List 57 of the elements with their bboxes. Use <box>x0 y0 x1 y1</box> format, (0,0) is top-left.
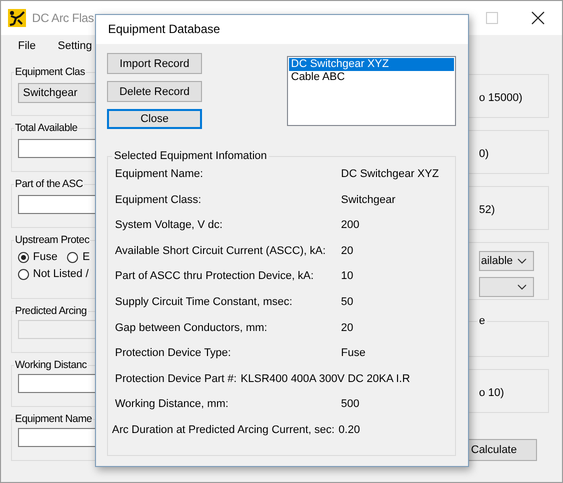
group-label: Predicted Arcing <box>14 305 88 317</box>
field-value: 10 <box>341 270 354 282</box>
close-icon[interactable] <box>531 11 545 25</box>
field-value: Fuse <box>341 347 366 360</box>
field-label: Protection Device Type: <box>114 347 232 360</box>
group-label: Selected Equipment Infomation <box>113 150 268 162</box>
caret-icon <box>517 258 527 264</box>
dropdown-value: ailable <box>481 255 514 267</box>
group-label: Equipment Clas <box>14 66 86 78</box>
field-value: 50 <box>341 296 354 308</box>
group-label: Equipment Name <box>14 413 93 425</box>
field-value: 500 <box>341 398 360 410</box>
field-value: 20 <box>341 244 354 257</box>
group-label: e <box>478 315 486 327</box>
dialog-button[interactable]: Close <box>107 109 202 129</box>
field-label: Equipment Name: <box>114 168 204 180</box>
field-label: Working Distance, mm: <box>114 398 230 410</box>
field-value: 200 <box>341 219 360 232</box>
radio-button[interactable]: Fuse <box>18 251 58 263</box>
dialog-button[interactable]: Import Record <box>107 53 202 74</box>
radio-label: E <box>82 251 90 263</box>
field-label: Equipment Class: <box>114 194 202 206</box>
group-label: Working Distanc <box>14 359 88 371</box>
record-list[interactable]: DC Switchgear XYZ Cable ABC <box>287 56 456 126</box>
group-label: Part of the ASC <box>14 178 84 190</box>
range-hint: 52) <box>479 204 496 216</box>
radio-label: Fuse <box>33 251 58 263</box>
list-item[interactable]: Cable ABC <box>289 71 454 84</box>
menu-item[interactable]: File <box>13 38 41 54</box>
field-label: Part of ASCC thru Protection Device, kA: <box>114 270 315 282</box>
dropdown[interactable]: ailable <box>479 251 534 271</box>
caret-icon <box>517 284 527 290</box>
warning-logo-icon <box>8 9 26 27</box>
field-label: Protection Device Part #: <box>114 372 237 385</box>
list-item[interactable]: DC Switchgear XYZ <box>289 58 454 71</box>
field-label: Arc Duration at Predicted Arcing Current, sec: <box>111 424 335 436</box>
field-label: Supply Circuit Time Constant, msec: <box>114 296 294 308</box>
window-title: DC Arc Flas <box>32 11 94 25</box>
dialog-button[interactable]: Delete Record <box>107 81 202 102</box>
group-label: Upstream Protec <box>14 234 90 246</box>
group-label: Total Available <box>14 122 78 134</box>
dialog-title: Equipment Database <box>96 15 468 44</box>
field-label: Gap between Conductors, mm: <box>114 322 268 334</box>
field-label: Available Short Circuit Current (ASCC), kA: <box>114 244 327 257</box>
radio-label: Not Listed / <box>33 268 89 280</box>
field-value: 20 <box>341 322 354 334</box>
field-value: 0.20 <box>338 424 360 436</box>
radio-button[interactable]: E <box>67 251 90 263</box>
menu-item[interactable]: Setting <box>52 38 97 54</box>
field-label: System Voltage, V dc: <box>114 219 224 232</box>
range-hint: o 15000) <box>479 92 524 104</box>
range-hint: o 10) <box>479 387 506 399</box>
field-value: KLSR400 400A 300V DC 20KA I.R <box>240 372 410 385</box>
field-value: DC Switchgear XYZ <box>341 168 439 180</box>
range-hint: 0) <box>479 148 490 160</box>
field-value: Switchgear <box>341 194 396 206</box>
radio-button[interactable]: Not Listed / <box>18 268 89 280</box>
